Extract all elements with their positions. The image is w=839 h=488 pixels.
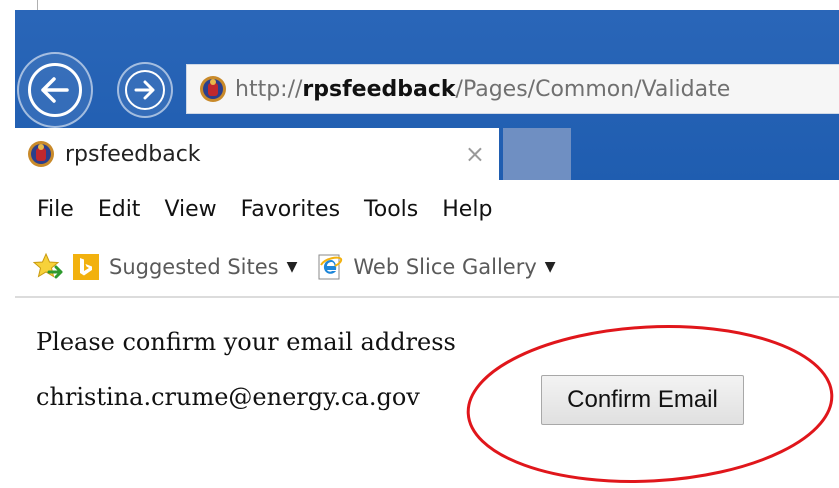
tab-close-icon[interactable]: ×: [465, 142, 485, 166]
url-prefix: http://: [235, 76, 303, 102]
menu-help[interactable]: Help: [442, 197, 492, 222]
menu-edit[interactable]: Edit: [98, 197, 141, 222]
tab-rpsfeedback[interactable]: rpsfeedback ×: [15, 128, 499, 180]
window-edge-mark: [37, 0, 38, 10]
forward-arrow-icon: [134, 80, 155, 100]
menu-view[interactable]: View: [164, 197, 216, 222]
ie-icon: [318, 254, 343, 280]
new-tab-button[interactable]: [503, 128, 571, 180]
forward-button[interactable]: [117, 62, 173, 118]
back-arrow-icon: [41, 77, 69, 103]
tab-favicon-icon: [28, 141, 54, 167]
web-slice-gallery-link[interactable]: Web Slice Gallery: [353, 255, 536, 279]
bing-icon: [73, 254, 99, 280]
window-top-edge: [0, 0, 839, 10]
dropdown-caret-icon[interactable]: ▼: [545, 259, 556, 275]
suggested-sites-label: Suggested Sites: [109, 255, 279, 279]
address-url: http://rpsfeedback/Pages/Common/Validate: [235, 77, 730, 102]
menu-file[interactable]: File: [37, 197, 74, 222]
email-address: christina.crume@energy.ca.gov: [36, 383, 420, 411]
menu-favorites[interactable]: Favorites: [241, 197, 340, 222]
tab-title: rpsfeedback: [65, 141, 201, 167]
site-favicon-icon: [200, 76, 226, 102]
address-bar[interactable]: http://rpsfeedback/Pages/Common/Validate: [186, 64, 839, 114]
confirm-email-button[interactable]: Confirm Email: [541, 375, 744, 425]
back-button-ring: [28, 63, 82, 117]
url-path: /Pages/Common/Validate: [455, 76, 731, 102]
confirm-prompt: Please confirm your email address: [36, 328, 456, 356]
forward-button-ring: [125, 70, 165, 110]
dropdown-caret-icon[interactable]: ▼: [287, 259, 298, 275]
menu-tools[interactable]: Tools: [364, 197, 418, 222]
back-button[interactable]: [17, 52, 93, 128]
favorites-star-icon[interactable]: [33, 252, 63, 282]
menu-bar: File Edit View Favorites Tools Help: [15, 180, 839, 238]
web-slice-gallery-label: Web Slice Gallery: [353, 255, 537, 279]
suggested-sites-link[interactable]: Suggested Sites: [109, 255, 279, 279]
favorites-bar: Suggested Sites ▼ Web Slice Gallery ▼: [15, 238, 839, 298]
bing-glyph-icon: [80, 258, 92, 276]
window-left-edge: [0, 10, 15, 180]
url-domain: rpsfeedback: [302, 76, 456, 102]
